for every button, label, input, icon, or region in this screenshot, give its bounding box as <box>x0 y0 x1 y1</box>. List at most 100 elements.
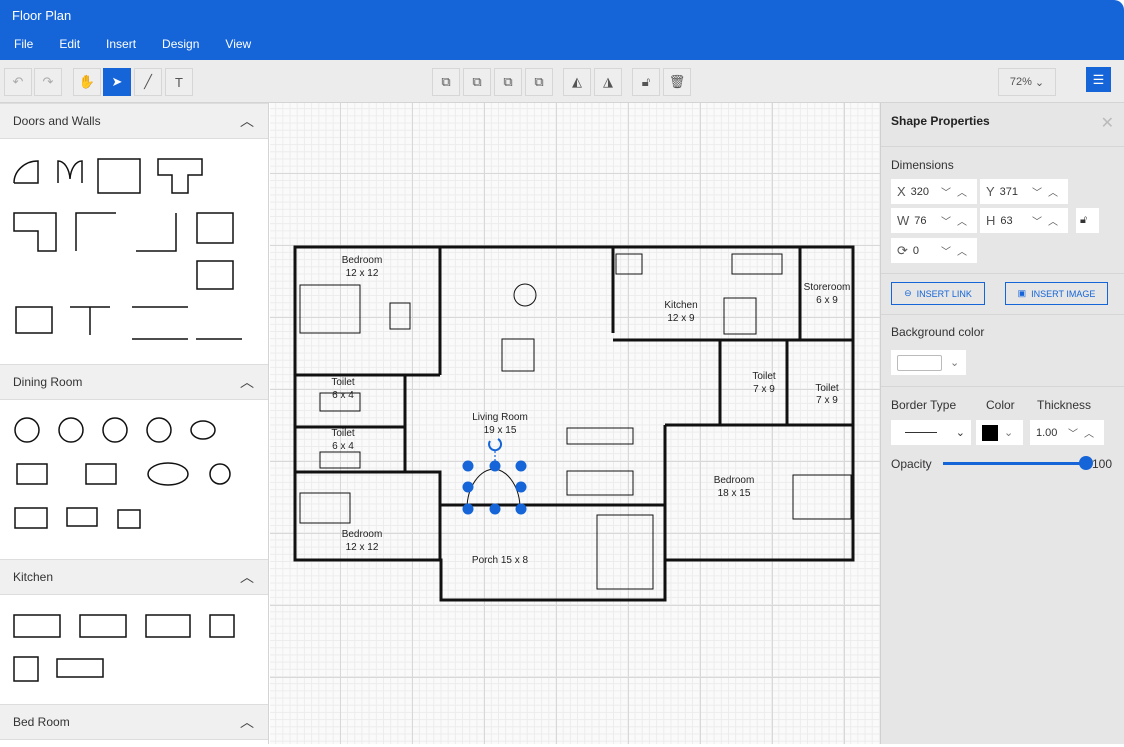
spin-arrows-icon[interactable]: ﹀︿ <box>1032 184 1064 199</box>
room-size: 12 x 9 <box>667 313 695 324</box>
thickness-input[interactable]: 1.00﹀︿ <box>1030 420 1104 445</box>
flip-vertical-icon[interactable]: ◮ <box>594 68 622 96</box>
menu-edit[interactable]: Edit <box>59 37 80 51</box>
dining-table-shape[interactable] <box>86 464 116 484</box>
room-size: 6 x 9 <box>816 295 838 306</box>
thickness-label: Thickness <box>1037 398 1091 412</box>
flip-horizontal-icon[interactable]: ◭ <box>563 68 591 96</box>
room-size: 7 x 9 <box>816 395 838 406</box>
bring-to-front-icon[interactable]: ⧉ <box>432 68 460 96</box>
undo-icon[interactable]: ↶ <box>4 68 32 96</box>
lock-icon[interactable]: 🔓︎ <box>632 68 660 96</box>
t-line-shape[interactable] <box>70 307 110 335</box>
rotate-handle-icon <box>489 439 501 450</box>
rotation-input[interactable]: ⟳0﹀︿ <box>891 238 977 263</box>
chair-shape[interactable] <box>118 510 140 528</box>
bring-forward-icon[interactable]: ⧉ <box>463 68 491 96</box>
walls <box>295 247 853 600</box>
selected-door-shape[interactable] <box>463 439 527 515</box>
close-icon[interactable]: ✕ <box>1101 113 1114 133</box>
pan-hand-icon[interactable]: ✋ <box>73 68 101 96</box>
border-type-dropdown[interactable]: ⌄ <box>891 420 971 445</box>
h-value: 63 <box>1000 215 1012 227</box>
stove-shape[interactable] <box>80 615 126 637</box>
section-label: Kitchen <box>13 570 53 584</box>
section-doors-and-walls[interactable]: Doors and Walls︿ <box>0 103 268 139</box>
redo-icon[interactable]: ↷ <box>34 68 62 96</box>
corner-wall-shape[interactable] <box>14 213 56 251</box>
line-tool-icon[interactable]: ╱ <box>134 68 162 96</box>
room-size: 12 x 12 <box>346 268 379 279</box>
room-size: 6 x 4 <box>332 390 354 401</box>
double-door-shape[interactable] <box>58 161 82 183</box>
diagram-canvas[interactable]: Bedroom 12 x 12 Kitchen 12 x 9 Storeroom… <box>270 103 880 744</box>
menu-file[interactable]: File <box>14 37 33 51</box>
dining-table-shape[interactable] <box>148 463 188 485</box>
menu-design[interactable]: Design <box>162 37 199 51</box>
insert-image-button[interactable]: ▣INSERT IMAGE <box>1005 282 1108 305</box>
insert-link-button[interactable]: ⊖INSERT LINK <box>891 282 985 305</box>
round-table-shape[interactable] <box>103 418 127 442</box>
width-input[interactable]: W76﹀︿ <box>891 208 977 233</box>
room-label: Kitchen <box>664 300 697 311</box>
l-wall-shape[interactable] <box>76 213 116 251</box>
stove-shape[interactable] <box>146 615 190 637</box>
stairs-shape[interactable] <box>197 261 233 289</box>
text-tool-icon[interactable]: T <box>165 68 193 96</box>
oval-table-shape[interactable] <box>191 421 215 439</box>
divider <box>881 314 1124 315</box>
height-input[interactable]: H63﹀︿ <box>980 208 1068 233</box>
toolbar: ↶ ↷ ✋ ➤ ╱ T ⧉ ⧉ ⧉ ⧉ ◭ ◮ 🔓︎ 🗑︎ 72% ⌄ ☰ <box>0 60 1124 103</box>
aspect-lock-icon[interactable]: 🔓︎ <box>1076 208 1099 233</box>
door-shape[interactable] <box>14 161 38 183</box>
symbol-palette: Doors and Walls︿ Dining Room︿ Kitchen︿ <box>0 103 269 744</box>
spin-arrows-icon[interactable]: ﹀︿ <box>1068 425 1100 440</box>
y-input[interactable]: Y371﹀︿ <box>980 179 1068 204</box>
stairs-shape[interactable] <box>197 213 233 243</box>
section-dining-room[interactable]: Dining Room︿ <box>0 364 268 400</box>
section-bed-room[interactable]: Bed Room ︿ <box>0 704 268 740</box>
spin-arrows-icon[interactable]: ﹀︿ <box>941 243 973 258</box>
zoom-dropdown[interactable]: 72% ⌄ <box>998 68 1056 96</box>
stairs-shape[interactable] <box>16 307 52 333</box>
insert-image-label: INSERT IMAGE <box>1031 289 1095 299</box>
send-backward-icon[interactable]: ⧉ <box>494 68 522 96</box>
spin-arrows-icon[interactable]: ﹀︿ <box>1032 213 1064 228</box>
section-label: Bed Room <box>13 715 70 729</box>
dining-table-shape[interactable] <box>17 464 47 484</box>
select-pointer-icon[interactable]: ➤ <box>103 68 131 96</box>
l-wall-shape[interactable] <box>136 213 176 251</box>
round-table-shape[interactable] <box>59 418 83 442</box>
properties-panel-toggle-icon[interactable]: ☰ <box>1086 67 1111 92</box>
t-wall-shape[interactable] <box>158 159 202 193</box>
send-to-back-icon[interactable]: ⧉ <box>525 68 553 96</box>
spin-arrows-icon[interactable]: ﹀︿ <box>941 184 973 199</box>
oven-shape[interactable] <box>210 615 234 637</box>
color-swatch <box>897 355 942 371</box>
chevron-up-icon: ︿ <box>240 372 254 392</box>
border-color-picker[interactable]: ⌄ <box>976 420 1023 445</box>
window-shape[interactable] <box>132 307 188 339</box>
dining-shapes <box>0 400 268 556</box>
section-kitchen[interactable]: Kitchen︿ <box>0 559 268 595</box>
stove-shape[interactable] <box>14 615 60 637</box>
menu-insert[interactable]: Insert <box>106 37 136 51</box>
dining-table-shape[interactable] <box>210 464 230 484</box>
chevron-up-icon: ︿ <box>240 712 254 732</box>
spin-arrows-icon[interactable]: ﹀︿ <box>941 213 973 228</box>
background-color-picker[interactable]: ⌄ <box>891 350 966 375</box>
round-table-shape[interactable] <box>147 418 171 442</box>
opacity-slider[interactable] <box>943 462 1085 465</box>
background-color-label: Background color <box>891 325 984 339</box>
menu-view[interactable]: View <box>225 37 251 51</box>
table-shape[interactable] <box>15 508 47 528</box>
opacity-slider-thumb[interactable] <box>1079 456 1093 470</box>
washer-shape[interactable] <box>14 657 38 681</box>
x-input[interactable]: X320﹀︿ <box>891 179 977 204</box>
delete-icon[interactable]: 🗑︎ <box>663 68 691 96</box>
table-shape[interactable] <box>67 508 97 526</box>
round-table-shape[interactable] <box>15 418 39 442</box>
opacity-value: 100 <box>1092 457 1112 471</box>
sink-shape[interactable] <box>57 659 103 677</box>
wall-room-shape[interactable] <box>98 159 140 193</box>
